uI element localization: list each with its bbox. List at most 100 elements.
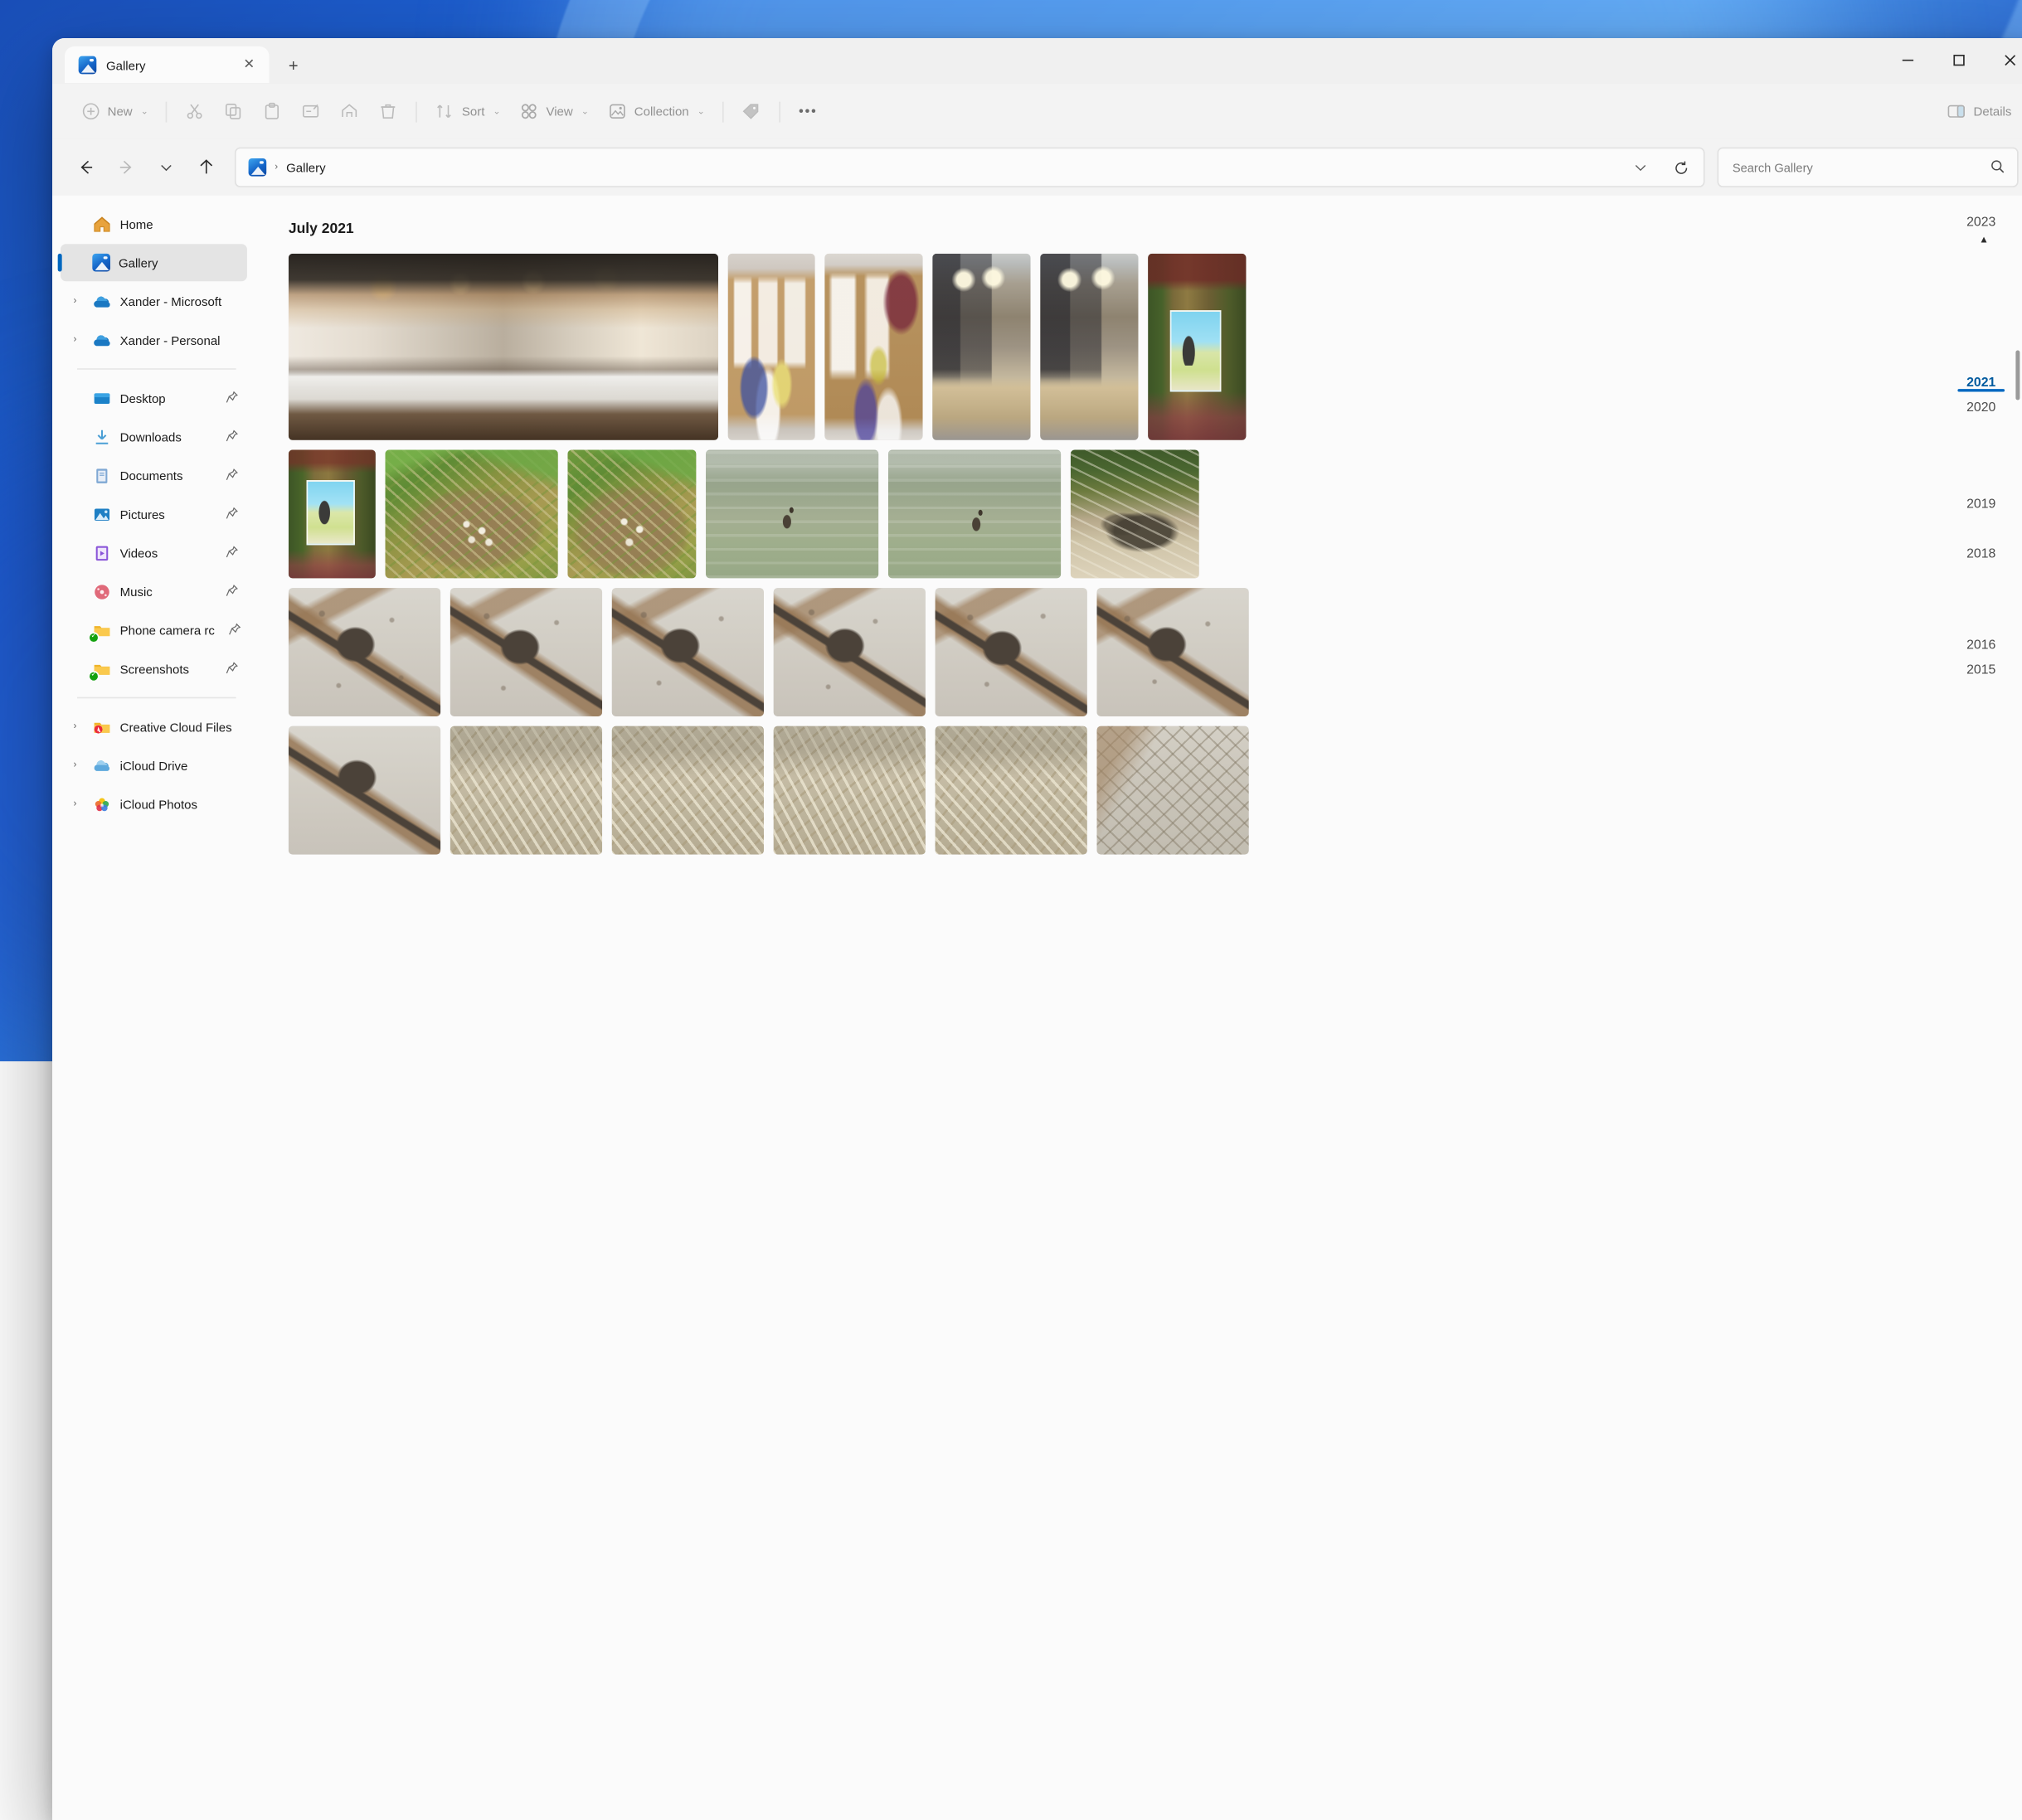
paste-button[interactable] [253,93,292,130]
toolbar-divider [780,101,781,122]
vertical-scrollbar-thumb[interactable] [2015,351,2020,400]
downloads-icon [92,427,111,446]
photo-thumbnail[interactable] [567,449,696,578]
pin-icon[interactable] [225,506,239,522]
photo-thumbnail[interactable] [1040,254,1138,440]
photo-thumbnail[interactable] [289,254,718,440]
pin-icon[interactable] [225,545,239,561]
rename-button[interactable] [292,93,331,130]
sidebar-item-label: iCloud Drive [120,759,247,773]
photo-thumbnail[interactable] [774,588,926,716]
year-label-2018[interactable]: 2018 [1949,546,2013,561]
pin-icon[interactable] [225,429,239,445]
sidebar-item-xander-microsoft[interactable]: › Xander - Microsoft [61,283,247,320]
search-input[interactable]: Search Gallery [1733,160,1990,174]
overflow-button[interactable]: ••• [789,93,827,130]
pin-icon[interactable] [228,622,242,638]
forward-button[interactable] [106,148,145,187]
address-bar[interactable]: › Gallery [235,148,1705,187]
photo-thumbnail[interactable] [888,449,1061,578]
photo-thumbnail[interactable] [450,726,602,855]
pin-icon[interactable] [225,467,239,483]
view-button[interactable]: View ⌄ [510,93,598,130]
chevron-right-icon[interactable]: › [66,297,85,307]
sidebar-item-documents[interactable]: › Documents [61,457,247,494]
photo-thumbnail[interactable] [774,726,926,855]
year-timeline-rail[interactable]: ▲ 2023 2021 2020 2019 2018 2016 2015 [1947,196,2021,1820]
share-button[interactable] [331,93,370,130]
cut-button[interactable] [176,93,215,130]
year-label-2015[interactable]: 2015 [1949,662,2013,677]
copy-button[interactable] [215,93,254,130]
sidebar-item-xander-personal[interactable]: › Xander - Personal [61,322,247,359]
photo-thumbnail[interactable] [450,588,602,716]
chevron-right-icon[interactable]: › [66,335,85,345]
chevron-right-icon[interactable]: › [66,799,85,809]
photo-thumbnail[interactable] [289,588,440,716]
delete-button[interactable] [369,93,408,130]
minimize-icon[interactable] [1882,38,1933,81]
sidebar-item-videos[interactable]: › Videos [61,534,247,571]
maximize-icon[interactable] [1932,38,1984,81]
photo-row [289,726,2022,855]
filter-button[interactable] [732,93,771,130]
year-label-2016[interactable]: 2016 [1949,638,2013,653]
photo-thumbnail[interactable] [932,254,1030,440]
photo-thumbnail[interactable] [728,254,815,440]
gallery-app-icon [92,254,110,272]
photo-row [289,254,2022,440]
sync-status-icon: ✓ [88,670,99,681]
year-label-2023[interactable]: 2023 [1949,215,2013,230]
recent-locations-button[interactable] [146,148,185,187]
year-label-2020[interactable]: 2020 [1949,400,2013,415]
photo-thumbnail[interactable] [1071,449,1199,578]
photo-thumbnail[interactable] [386,449,558,578]
scroll-up-icon[interactable]: ▲ [1947,237,2021,244]
search-box[interactable]: Search Gallery [1718,148,2019,187]
sidebar-item-music[interactable]: › Music [61,573,247,610]
up-button[interactable] [187,148,226,187]
close-icon[interactable]: ✕ [239,55,260,75]
year-label-2021[interactable]: 2021 [1949,376,2013,391]
sidebar-item-phone-camera-roll[interactable]: › ✓ Phone camera rc [61,611,247,648]
new-tab-button[interactable]: + [274,48,314,84]
search-icon[interactable] [1990,158,2006,177]
close-window-icon[interactable] [1984,38,2022,81]
collection-button[interactable]: Collection ⌄ [598,93,714,130]
pin-icon[interactable] [225,661,239,677]
pin-icon[interactable] [225,583,239,599]
pin-icon[interactable] [225,390,239,406]
tab-gallery[interactable]: Gallery ✕ [65,46,270,84]
tab-strip: Gallery ✕ + [52,46,314,84]
photo-thumbnail[interactable] [824,254,922,440]
sidebar-item-creative-cloud-files[interactable]: › Creative Cloud Files [61,708,247,745]
photo-thumbnail[interactable] [1148,254,1246,440]
sidebar-item-desktop[interactable]: › Desktop [61,380,247,417]
back-button[interactable] [66,148,105,187]
sidebar-item-home[interactable]: › Home [61,206,247,243]
new-button[interactable]: New ⌄ [71,93,158,130]
address-dropdown-icon[interactable] [1623,150,1658,185]
photo-thumbnail[interactable] [289,449,376,578]
sidebar-item-gallery[interactable]: › Gallery [61,244,247,281]
refresh-icon[interactable] [1664,150,1699,185]
photo-thumbnail[interactable] [936,726,1087,855]
photo-thumbnail[interactable] [1096,588,1248,716]
details-button[interactable]: Details [1937,93,2021,130]
chevron-right-icon[interactable]: › [66,722,85,732]
chevron-right-icon[interactable]: › [66,760,85,770]
sidebar-item-icloud-photos[interactable]: › iCloud Photos [61,785,247,823]
sidebar-item-screenshots[interactable]: › ✓ Screenshots [61,650,247,687]
photo-thumbnail[interactable] [612,588,764,716]
sidebar-item-icloud-drive[interactable]: › iCloud Drive [61,747,247,784]
breadcrumb-gallery[interactable]: Gallery [286,160,326,174]
photo-thumbnail[interactable] [612,726,764,855]
year-label-2019[interactable]: 2019 [1949,497,2013,512]
sidebar-item-pictures[interactable]: › Pictures [61,495,247,532]
photo-thumbnail[interactable] [1096,726,1248,855]
photo-thumbnail[interactable] [706,449,878,578]
sort-button[interactable]: Sort ⌄ [426,93,511,130]
photo-thumbnail[interactable] [936,588,1087,716]
sidebar-item-downloads[interactable]: › Downloads [61,418,247,455]
photo-thumbnail[interactable] [289,726,440,855]
